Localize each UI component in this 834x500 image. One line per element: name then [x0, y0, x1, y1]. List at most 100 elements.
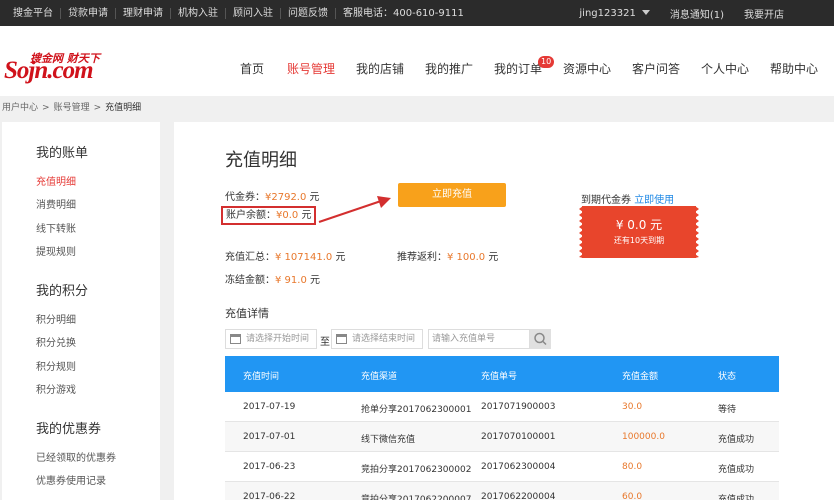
- frozen-row: 冻结金额：¥ 91.0 元: [225, 271, 320, 286]
- cell-channel: 竞拍分享2017062300002: [361, 465, 472, 475]
- col-order-no: 充值单号: [481, 372, 518, 382]
- total-label: 充值汇总：: [225, 252, 275, 263]
- breadcrumb-level1[interactable]: 账号管理: [54, 103, 90, 113]
- pointer-arrow-icon: [318, 196, 391, 223]
- nav-account[interactable]: 账号管理: [287, 60, 335, 77]
- total-unit: 元: [332, 252, 346, 263]
- breadcrumb: 用户中心 > 账号管理 > 充值明细: [2, 100, 145, 113]
- sidebar-item-points-exchange[interactable]: 积分兑换: [36, 334, 76, 349]
- end-date-input[interactable]: 请选择结束时间: [331, 329, 423, 349]
- table-row: 2017-07-01 线下微信充值 2017070100001 100000.0…: [225, 422, 779, 452]
- top-link-advisor[interactable]: 顾问入驻: [226, 7, 281, 19]
- main-panel: 充值明细 代金券：¥2792.0 元 账户余额：¥0.0 元 立即充值 到期代金…: [174, 122, 834, 500]
- cell-amount: 30.0: [622, 402, 643, 412]
- chevron-down-icon: [641, 10, 650, 15]
- col-channel: 充值渠道: [361, 372, 398, 382]
- orders-badge: 10: [538, 56, 555, 68]
- cell-amount: 100000.0: [622, 432, 665, 442]
- sidebar: 我的账单 充值明细 消费明细 线下转账 提现规则 我的积分 积分明细 积分兑换 …: [2, 122, 160, 500]
- calendar-icon: [336, 334, 347, 344]
- sidebar-item-points-detail[interactable]: 积分明细: [36, 311, 76, 326]
- rebate-row: 推荐返利：¥ 100.0 元: [397, 248, 498, 263]
- logo[interactable]: 搜金网 财天下 Sojn.com: [4, 50, 122, 84]
- balance-unit: 元: [298, 210, 312, 221]
- top-links: 搜金平台 贷款申请 理财申请 机构入驻 顾问入驻 问题反馈 客服电话：400-6…: [6, 0, 471, 26]
- nav-qa[interactable]: 客户问答: [632, 60, 680, 77]
- search-button[interactable]: [530, 329, 551, 349]
- user-menu[interactable]: jing123321: [569, 8, 659, 19]
- sidebar-item-offline-transfer[interactable]: 线下转账: [36, 220, 76, 235]
- top-link-finance[interactable]: 理财申请: [116, 7, 171, 19]
- top-link-loan[interactable]: 贷款申请: [61, 7, 116, 19]
- frozen-unit: 元: [306, 275, 320, 286]
- balance-label: 账户余额：: [226, 210, 276, 221]
- nav-personal[interactable]: 个人中心: [701, 60, 749, 77]
- balance-value: ¥0.0: [276, 210, 299, 221]
- table-row: 2017-06-23 竞拍分享2017062300002 20170623000…: [225, 452, 779, 482]
- sidebar-item-received-coupons[interactable]: 已经领取的优惠券: [36, 449, 116, 464]
- sidebar-heading-points: 我的积分: [36, 284, 89, 299]
- voucher-label: 代金券：: [225, 192, 265, 203]
- sidebar-heading-bills: 我的账单: [36, 146, 89, 161]
- order-number-input[interactable]: 请输入充值单号: [428, 329, 530, 349]
- total-value: ¥ 107141.0: [275, 252, 333, 263]
- nav-resources[interactable]: 资源中心: [563, 60, 611, 77]
- nav-promotion[interactable]: 我的推广: [425, 60, 473, 77]
- breadcrumb-sep: >: [93, 103, 102, 113]
- cell-amount: 60.0: [622, 492, 643, 500]
- start-date-input[interactable]: 请选择开始时间: [225, 329, 317, 349]
- sidebar-item-points-rules[interactable]: 积分规则: [36, 358, 76, 373]
- calendar-icon: [230, 334, 241, 344]
- use-now-link[interactable]: 立即使用: [634, 195, 674, 206]
- date-range-separator: 至: [320, 337, 330, 348]
- notice-link[interactable]: 消息通知(1): [660, 6, 734, 21]
- total-row: 充值汇总：¥ 107141.0 元: [225, 248, 345, 263]
- breadcrumb-sep: >: [42, 103, 50, 113]
- nav-home[interactable]: 首页: [240, 60, 264, 77]
- cell-channel: 抢单分享2017062300001: [361, 405, 472, 415]
- sidebar-item-consume-detail[interactable]: 消费明细: [36, 196, 76, 211]
- cell-order-no: 2017062200004: [481, 492, 556, 500]
- recharge-now-button[interactable]: 立即充值: [398, 183, 506, 207]
- top-link-sojin[interactable]: 搜金平台: [6, 7, 61, 19]
- cell-status: 充值成功: [718, 495, 755, 500]
- cell-status: 等待: [718, 405, 737, 415]
- breadcrumb-root[interactable]: 用户中心: [2, 103, 38, 113]
- cell-time: 2017-06-23: [243, 462, 296, 472]
- start-date-placeholder: 请选择开始时间: [246, 334, 310, 344]
- table-row: 2017-06-22 竞拍分享2017062200007 20170622000…: [225, 482, 779, 500]
- frozen-label: 冻结金额：: [225, 275, 275, 286]
- open-store-link[interactable]: 我要开店: [734, 6, 794, 21]
- page-title: 充值明细: [225, 150, 297, 171]
- top-bar: 搜金平台 贷款申请 理财申请 机构入驻 顾问入驻 问题反馈 客服电话：400-6…: [0, 0, 834, 26]
- cell-time: 2017-07-01: [243, 432, 296, 442]
- search-icon: [534, 332, 547, 346]
- coupon-amount: ¥ 0.0 元: [615, 218, 663, 232]
- cell-time: 2017-06-22: [243, 492, 296, 500]
- sidebar-item-points-game[interactable]: 积分游戏: [36, 381, 76, 396]
- logo-brand: Sojn.com: [4, 57, 94, 84]
- nav-store[interactable]: 我的店铺: [356, 60, 404, 77]
- nav-help[interactable]: 帮助中心: [770, 60, 818, 77]
- coupon-card[interactable]: ¥ 0.0 元 还有10天到期: [579, 206, 699, 258]
- voucher-row: 代金券：¥2792.0 元: [225, 188, 320, 203]
- rebate-unit: 元: [485, 252, 499, 263]
- cell-amount: 80.0: [622, 462, 643, 472]
- details-title: 充值详情: [225, 307, 269, 320]
- username: jing123321: [579, 7, 636, 19]
- cell-channel: 竞拍分享2017062200007: [361, 495, 472, 500]
- top-hotline: 客服电话：400-610-9111: [343, 7, 464, 19]
- voucher-value: ¥2792.0: [265, 192, 307, 203]
- col-status: 状态: [718, 372, 737, 382]
- top-link-feedback[interactable]: 问题反馈: [281, 7, 336, 19]
- top-link-institution[interactable]: 机构入驻: [171, 7, 226, 19]
- expire-voucher-label: 到期代金券 立即使用: [581, 191, 674, 206]
- col-amount: 充值金额: [622, 372, 659, 382]
- coupon-remaining: 还有10天到期: [613, 236, 665, 245]
- cell-status: 充值成功: [718, 465, 755, 475]
- nav-orders[interactable]: 我的订单: [494, 60, 542, 77]
- sidebar-item-withdraw-rules[interactable]: 提现规则: [36, 243, 76, 258]
- cell-status: 充值成功: [718, 435, 755, 445]
- sidebar-item-coupon-usage[interactable]: 优惠券使用记录: [36, 472, 106, 487]
- sidebar-item-recharge-detail[interactable]: 充值明细: [36, 173, 76, 188]
